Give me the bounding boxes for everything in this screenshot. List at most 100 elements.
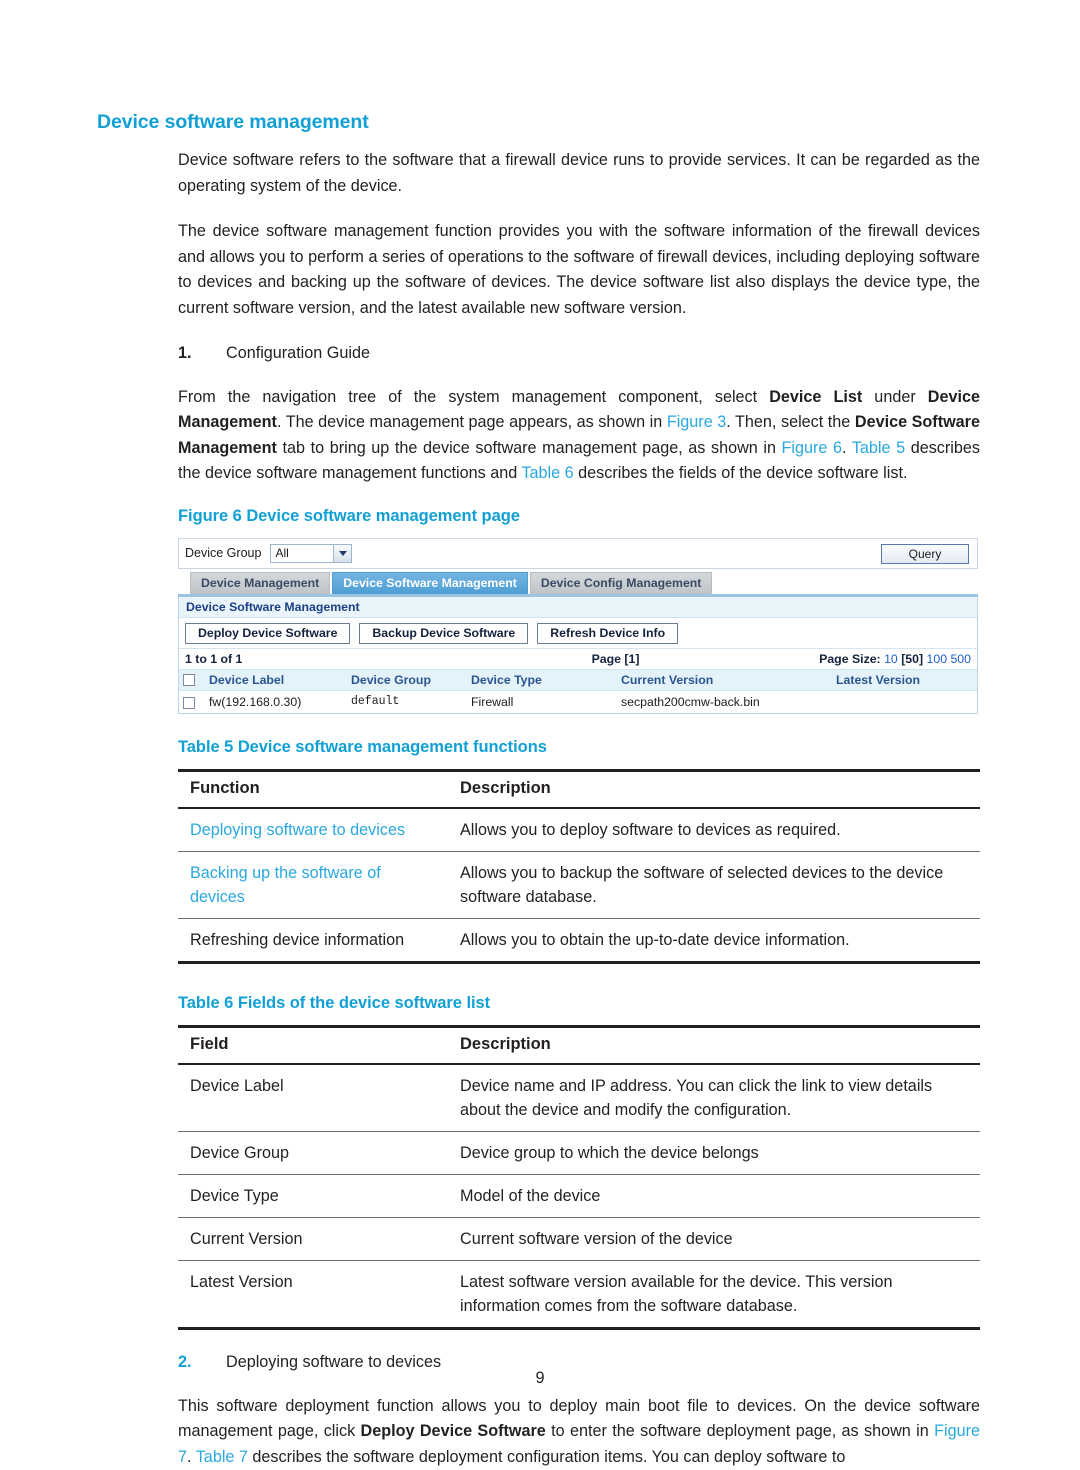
table-6-field-4: Current Version bbox=[178, 1218, 448, 1261]
cell-latest-version bbox=[832, 690, 977, 713]
deploy-device-software-button[interactable]: Deploy Device Software bbox=[185, 623, 350, 644]
table-row: fw(192.168.0.30) default Firewall secpat… bbox=[179, 690, 977, 713]
row-checkbox[interactable] bbox=[183, 697, 195, 709]
table-row: Refreshing device information Allows you… bbox=[178, 919, 980, 963]
cell-current-version: secpath200cmw-back.bin bbox=[617, 690, 832, 713]
select-all-header bbox=[179, 669, 205, 690]
page-size-control: Page Size: 10 [50] 100 500 bbox=[741, 652, 971, 666]
page-size-500[interactable]: 500 bbox=[950, 652, 971, 666]
table-6-field-2: Device Group bbox=[178, 1132, 448, 1175]
figure-6-screenshot: Device Group All Query Device Management… bbox=[178, 538, 978, 715]
tab-device-config-management[interactable]: Device Config Management bbox=[530, 572, 713, 594]
deploy-paragraph: This software deployment function allows… bbox=[178, 1394, 980, 1470]
cell-device-group: default bbox=[347, 690, 467, 713]
document-body: Device software refers to the software t… bbox=[178, 148, 980, 1470]
table-row: Backing up the software of devices Allow… bbox=[178, 852, 980, 919]
page-title: Device software management bbox=[97, 111, 369, 134]
table-6-field-5: Latest Version bbox=[178, 1261, 448, 1329]
query-button[interactable]: Query bbox=[881, 544, 969, 564]
table-5: Function Description Deploying software … bbox=[178, 769, 980, 964]
table-6-description-5: Latest software version available for th… bbox=[448, 1261, 980, 1329]
table-5-function-2[interactable]: Backing up the software of devices bbox=[178, 852, 448, 919]
table-6: Field Description Device Label Device na… bbox=[178, 1025, 980, 1330]
table-5-header-row: Function Description bbox=[178, 771, 980, 809]
xref-table-5[interactable]: Table 5 bbox=[852, 439, 905, 457]
table-6-field-1: Device Label bbox=[178, 1064, 448, 1132]
cell-device-label[interactable]: fw(192.168.0.30) bbox=[205, 690, 347, 713]
step-1: 1. Configuration Guide bbox=[178, 341, 980, 367]
table-6-caption: Table 6 Fields of the device software li… bbox=[178, 994, 980, 1013]
row-select-cell bbox=[179, 690, 205, 713]
page-current[interactable]: [1] bbox=[624, 652, 639, 666]
step-1-number: 1. bbox=[178, 341, 226, 367]
backup-device-software-button[interactable]: Backup Device Software bbox=[359, 623, 528, 644]
table-header-row: Device Label Device Group Device Type Cu… bbox=[179, 669, 977, 690]
page-size-10[interactable]: 10 bbox=[884, 652, 898, 666]
xref-table-6[interactable]: Table 6 bbox=[521, 464, 573, 482]
device-group-select-value: All bbox=[275, 546, 288, 560]
header-device-type[interactable]: Device Type bbox=[467, 669, 617, 690]
table-row: Deploying software to devices Allows you… bbox=[178, 808, 980, 852]
header-device-label[interactable]: Device Label bbox=[205, 669, 347, 690]
table-5-function-1[interactable]: Deploying software to devices bbox=[178, 808, 448, 852]
page-size-50-selected[interactable]: [50] bbox=[901, 652, 923, 666]
guide-text-5: tab to bring up the device software mana… bbox=[277, 439, 782, 457]
header-latest-version[interactable]: Latest Version bbox=[832, 669, 977, 690]
figure-6-caption: Figure 6 Device software management page bbox=[178, 507, 980, 526]
table-5-caption: Table 5 Device software management funct… bbox=[178, 738, 980, 757]
intro-paragraph-2: The device software management function … bbox=[178, 219, 980, 321]
xref-figure-3[interactable]: Figure 3 bbox=[667, 413, 726, 431]
app-filter-bar: Device Group All Query bbox=[178, 538, 978, 569]
page-label: Page bbox=[592, 652, 621, 666]
table-5-description-2: Allows you to backup the software of sel… bbox=[448, 852, 980, 919]
table-row: Latest Version Latest software version a… bbox=[178, 1261, 980, 1329]
header-device-group[interactable]: Device Group bbox=[347, 669, 467, 690]
guide-text-6: . bbox=[842, 439, 852, 457]
table-5-header-description: Description bbox=[448, 771, 980, 809]
table-row: Device Group Device group to which the d… bbox=[178, 1132, 980, 1175]
table-6-description-3: Model of the device bbox=[448, 1175, 980, 1218]
table-6-field-3: Device Type bbox=[178, 1175, 448, 1218]
app-panel: Device Software Management Deploy Device… bbox=[178, 597, 978, 715]
deploy-text-4: describes the software deployment config… bbox=[248, 1448, 845, 1466]
intro-paragraph-1: Device software refers to the software t… bbox=[178, 148, 980, 199]
table-6-header-description: Description bbox=[448, 1027, 980, 1065]
table-6-description-4: Current software version of the device bbox=[448, 1218, 980, 1261]
guide-text-2: under bbox=[862, 388, 928, 406]
table-5-description-3: Allows you to obtain the up-to-date devi… bbox=[448, 919, 980, 963]
deploy-bold-button: Deploy Device Software bbox=[361, 1422, 546, 1440]
guide-text-3: . The device management page appears, as… bbox=[277, 413, 667, 431]
app-tab-bar: Device Management Device Software Manage… bbox=[178, 572, 978, 597]
guide-bold-device-list: Device List bbox=[769, 388, 862, 406]
select-all-checkbox[interactable] bbox=[183, 674, 195, 686]
panel-toolbar: Deploy Device Software Backup Device Sof… bbox=[179, 618, 977, 648]
table-row: Device Label Device name and IP address.… bbox=[178, 1064, 980, 1132]
xref-table-7[interactable]: Table 7 bbox=[196, 1448, 248, 1466]
table-5-function-3: Refreshing device information bbox=[178, 919, 448, 963]
table-row: Device Type Model of the device bbox=[178, 1175, 980, 1218]
guide-text-4: . Then, select the bbox=[726, 413, 855, 431]
tab-device-management[interactable]: Device Management bbox=[190, 572, 330, 594]
deploy-text-3: . bbox=[187, 1448, 196, 1466]
table-6-header-field: Field bbox=[178, 1027, 448, 1065]
page-size-label: Page Size: bbox=[819, 652, 881, 666]
deploy-text-2: to enter the software deployment page, a… bbox=[546, 1422, 934, 1440]
table-6-description-1: Device name and IP address. You can clic… bbox=[448, 1064, 980, 1132]
page-number: 9 bbox=[0, 1369, 1080, 1388]
xref-figure-6[interactable]: Figure 6 bbox=[782, 439, 842, 457]
panel-title: Device Software Management bbox=[179, 597, 977, 618]
pagination-bar: 1 to 1 of 1 Page [1] Page Size: 10 [50] … bbox=[179, 648, 977, 669]
guide-paragraph: From the navigation tree of the system m… bbox=[178, 385, 980, 487]
device-group-select[interactable]: All bbox=[270, 544, 352, 563]
chevron-down-icon bbox=[333, 545, 351, 562]
header-current-version[interactable]: Current Version bbox=[617, 669, 832, 690]
table-6-header-row: Field Description bbox=[178, 1027, 980, 1065]
table-6-description-2: Device group to which the device belongs bbox=[448, 1132, 980, 1175]
page-size-100[interactable]: 100 bbox=[927, 652, 948, 666]
refresh-device-info-button[interactable]: Refresh Device Info bbox=[537, 623, 678, 644]
table-5-header-function: Function bbox=[178, 771, 448, 809]
tab-device-software-management[interactable]: Device Software Management bbox=[332, 572, 528, 594]
guide-text-1: From the navigation tree of the system m… bbox=[178, 388, 769, 406]
document-page: Device software management Device softwa… bbox=[0, 0, 1080, 1466]
device-group-label: Device Group bbox=[185, 546, 261, 560]
